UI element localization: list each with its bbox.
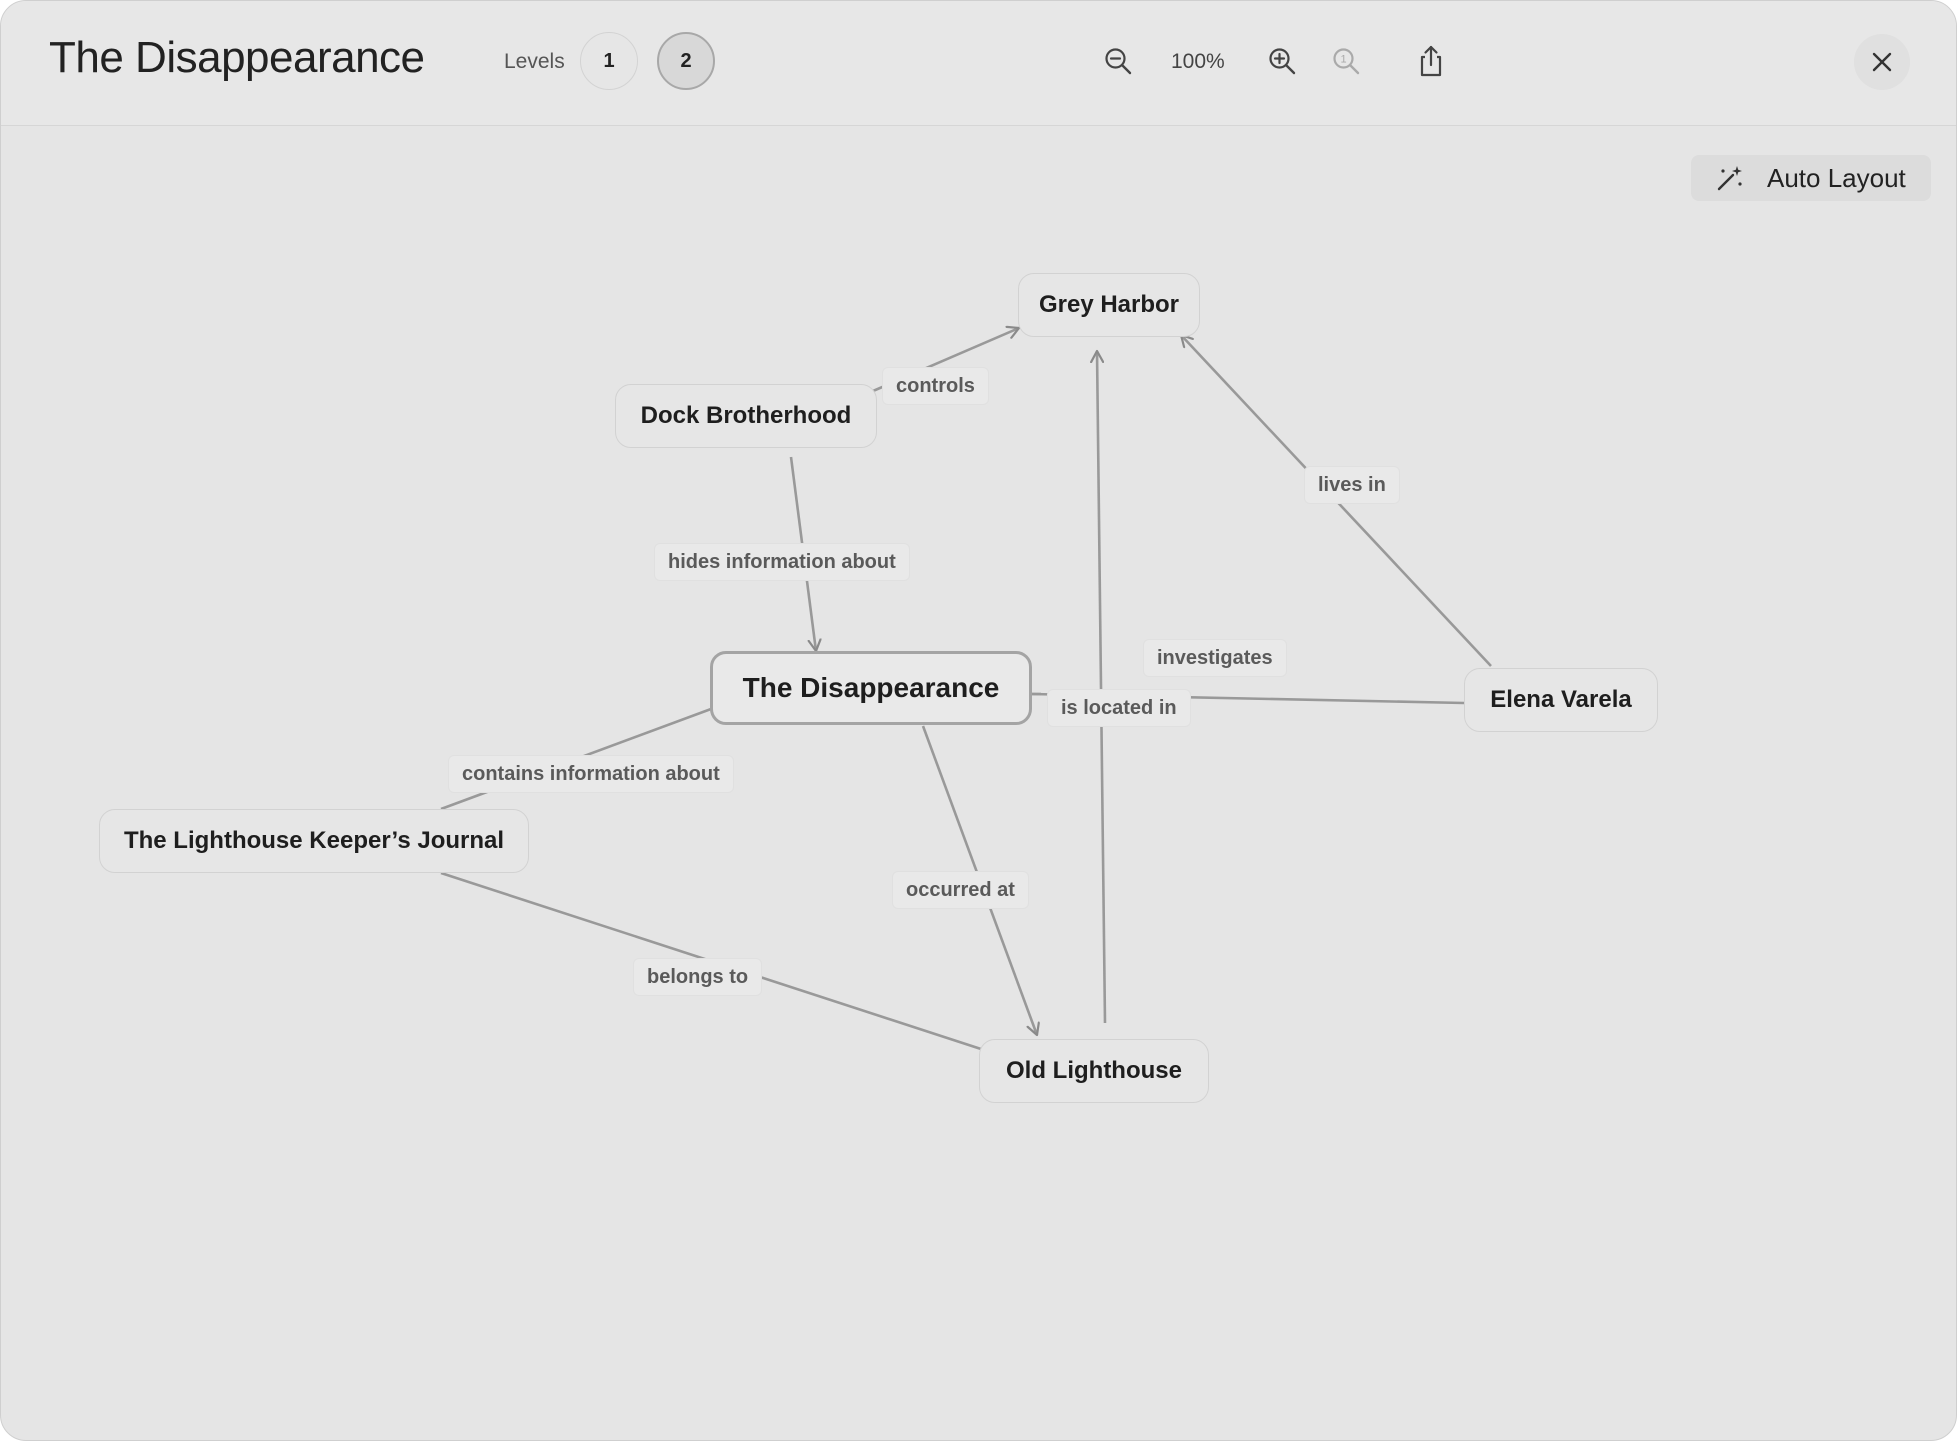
node-elena-varela[interactable]: Elena Varela bbox=[1464, 668, 1658, 732]
edge-label-contains-information-about: contains information about bbox=[448, 755, 734, 793]
edge-label-lives-in: lives in bbox=[1304, 466, 1400, 504]
node-lighthouse-keepers-journal[interactable]: The Lighthouse Keeper’s Journal bbox=[99, 809, 529, 873]
edge-label-occurred-at: occurred at bbox=[892, 871, 1029, 909]
graph-window: The Disappearance Levels 1 2 100% 1 Auto… bbox=[0, 0, 1957, 1441]
edge-label-controls: controls bbox=[882, 367, 989, 405]
node-grey-harbor[interactable]: Grey Harbor bbox=[1018, 273, 1200, 337]
node-dock-brotherhood[interactable]: Dock Brotherhood bbox=[615, 384, 877, 448]
edge-is-located-in[interactable] bbox=[1097, 351, 1107, 1024]
edge-label-is-located-in: is located in bbox=[1047, 689, 1191, 727]
node-the-disappearance[interactable]: The Disappearance bbox=[710, 651, 1032, 725]
node-old-lighthouse[interactable]: Old Lighthouse bbox=[979, 1039, 1209, 1103]
edge-label-investigates: investigates bbox=[1143, 639, 1287, 677]
edge-label-hides-information-about: hides information about bbox=[654, 543, 910, 581]
edge-label-belongs-to: belongs to bbox=[633, 958, 763, 996]
